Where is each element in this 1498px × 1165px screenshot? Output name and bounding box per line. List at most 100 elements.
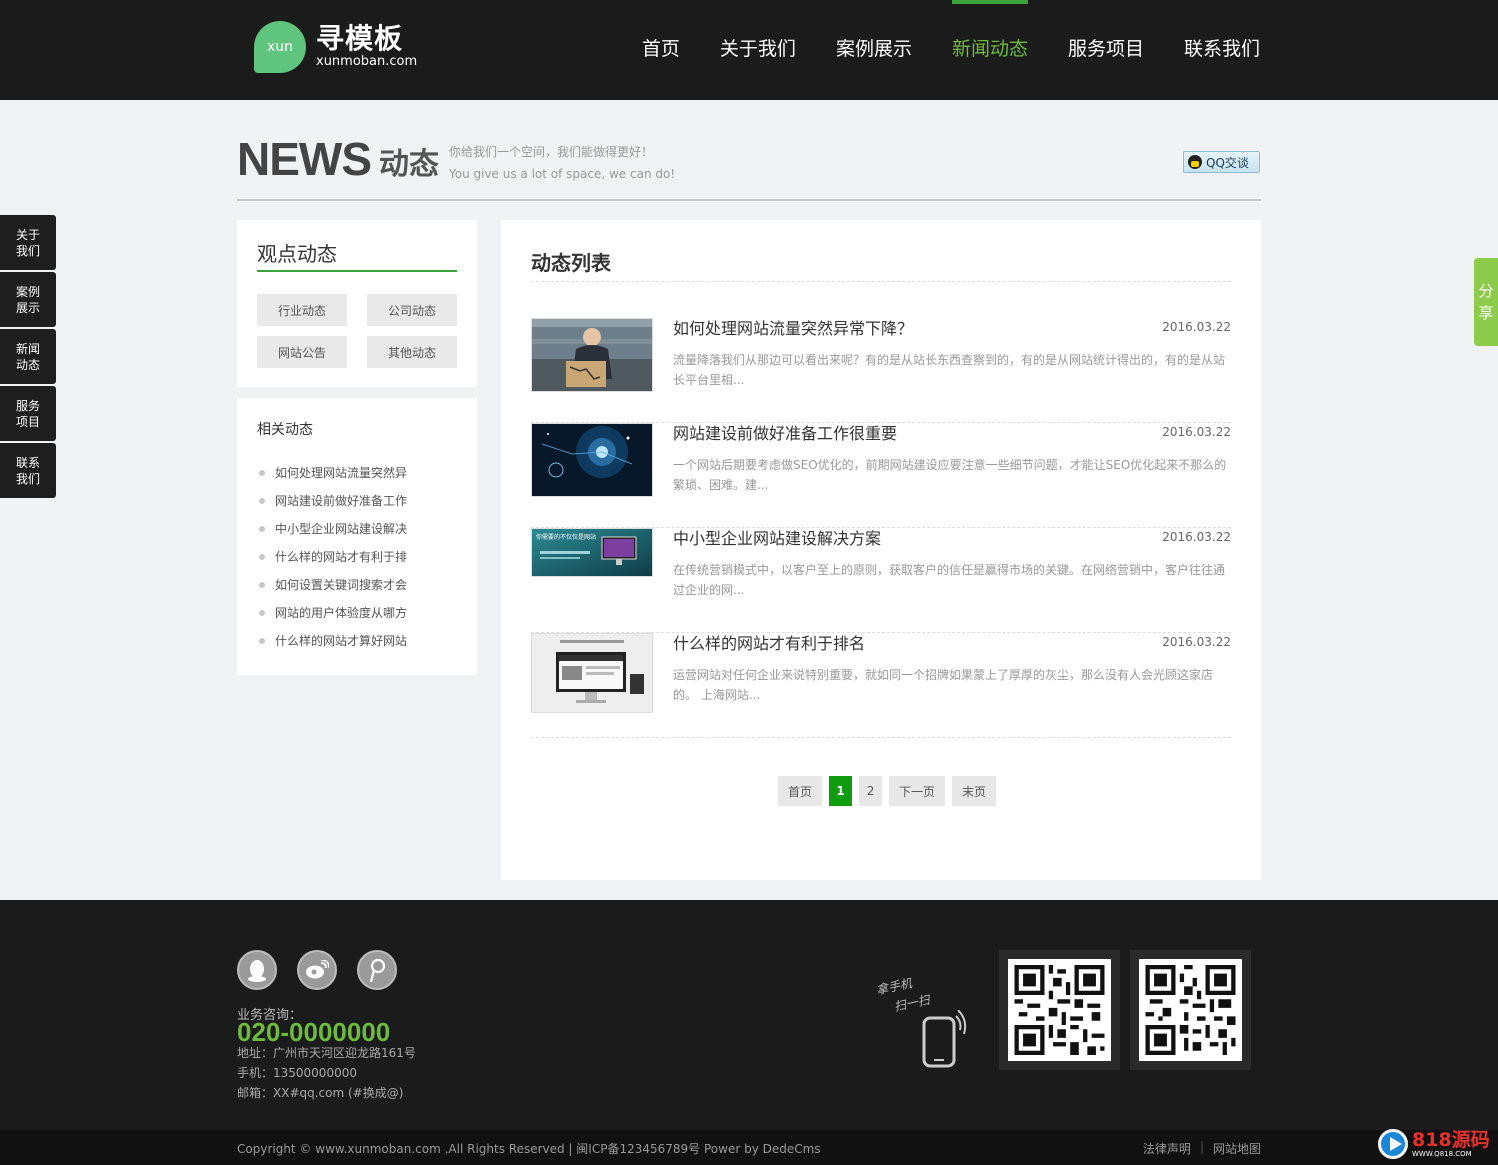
legal-notice-link[interactable]: 法律声明 bbox=[1143, 1140, 1191, 1157]
qq-penguin-icon bbox=[1188, 155, 1202, 169]
news-item: 什么样的网站才有利于排名 2016.03.22 运营网站对任何企业来说特别重要，… bbox=[531, 633, 1231, 738]
news-date: 2016.03.22 bbox=[1162, 320, 1231, 334]
tencent-weibo-social-button[interactable] bbox=[357, 950, 397, 990]
news-item: 网站建设前做好准备工作很重要 2016.03.22 一个网站后期要考虑做SEO优… bbox=[531, 423, 1231, 528]
pager-first-button[interactable]: 首页 bbox=[778, 776, 823, 806]
related-item-label: 网站建设前做好准备工作 bbox=[275, 494, 408, 508]
share-tab[interactable]: 分享 bbox=[1474, 258, 1498, 346]
related-item[interactable]: 如何设置关键词搜索才会 bbox=[259, 575, 407, 603]
related-item[interactable]: 如何处理网站流量突然异 bbox=[259, 463, 407, 491]
related-item-label: 网站的用户体验度从哪方 bbox=[275, 606, 408, 620]
category-company-button[interactable]: 公司动态 bbox=[367, 294, 457, 326]
news-thumbnail[interactable] bbox=[531, 423, 653, 497]
qq-chat-button[interactable]: QQ交谈 bbox=[1183, 151, 1260, 173]
pager-page-1-button[interactable]: 1 bbox=[829, 776, 853, 806]
related-item[interactable]: 中小型企业网站建设解决 bbox=[259, 519, 407, 547]
news-thumbnail[interactable] bbox=[531, 633, 653, 713]
qr-code-mobile-site bbox=[1130, 950, 1251, 1070]
logo-cn: 寻模板 bbox=[316, 22, 404, 55]
side-nav-services[interactable]: 服务项目 bbox=[0, 386, 56, 441]
category-title-underline bbox=[257, 270, 457, 272]
logo-text: 寻模板 xunmoban.com bbox=[316, 24, 417, 70]
nav-news[interactable]: 新闻动态 bbox=[951, 0, 1028, 100]
side-nav-contact[interactable]: 联系我们 bbox=[0, 443, 56, 498]
watermark-url: WWW.Q818.COM bbox=[1412, 1150, 1472, 1158]
mobile-phone-icon bbox=[922, 1010, 967, 1068]
side-nav-cases[interactable]: 案例展示 bbox=[0, 272, 56, 327]
copyright-text: Copyright © www.xunmoban.com .All Rights… bbox=[237, 1142, 821, 1156]
news-summary: 运营网站对任何企业来说特别重要，就如同一个招牌如果蒙上了厚厚的灰尘，那么没有人会… bbox=[673, 668, 1214, 702]
side-nav-about[interactable]: 关于我们 bbox=[0, 215, 56, 270]
category-industry-button[interactable]: 行业动态 bbox=[257, 294, 347, 326]
pagination: 首页 1 2 下一页 末页 bbox=[778, 776, 1003, 806]
watermark-main: 818源码 bbox=[1412, 1129, 1490, 1151]
category-box: 观点动态 行业动态 公司动态 网站公告 其他动态 bbox=[237, 220, 477, 387]
category-title: 观点动态 bbox=[257, 242, 337, 266]
slogan-cn: 你给我们一个空间，我们能做得更好！ bbox=[449, 145, 654, 159]
page-title-en: NEWS bbox=[237, 133, 372, 185]
qr-code-image bbox=[1139, 959, 1242, 1061]
bullet-dot-icon bbox=[259, 610, 265, 616]
related-item[interactable]: 什么样的网站才算好网站 bbox=[259, 631, 407, 659]
pager-next-button[interactable]: 下一页 bbox=[889, 776, 946, 806]
site-header: xun 寻模板 xunmoban.com 首页 关于我们 案例展示 新闻动态 服… bbox=[0, 0, 1498, 100]
qq-chat-label: QQ交谈 bbox=[1206, 155, 1249, 170]
logo-badge: xun bbox=[254, 21, 306, 73]
pager-page-2-button[interactable]: 2 bbox=[859, 776, 883, 806]
nav-home[interactable]: 首页 bbox=[642, 0, 680, 100]
tencent-weibo-icon bbox=[369, 958, 386, 982]
footer-links: 法律声明 | 网站地图 bbox=[1143, 1140, 1261, 1157]
news-summary: 在传统营销模式中，以客户至上的原则，获取客户的信任是赢得市场的关键。在网络营销中… bbox=[673, 563, 1226, 597]
side-quick-nav: 关于我们 案例展示 新闻动态 服务项目 联系我们 bbox=[0, 215, 56, 500]
site-footer: 业务咨询： 020-0000000 地址：广州市天河区迎龙路161号 手机：13… bbox=[0, 900, 1498, 1130]
related-item[interactable]: 网站建设前做好准备工作 bbox=[259, 491, 407, 519]
qr-code-icon bbox=[1145, 965, 1236, 1055]
news-title[interactable]: 中小型企业网站建设解决方案 bbox=[673, 528, 881, 550]
category-notice-button[interactable]: 网站公告 bbox=[257, 336, 347, 368]
news-thumbnail[interactable] bbox=[531, 318, 653, 392]
bullet-dot-icon bbox=[259, 470, 265, 476]
bullet-dot-icon bbox=[259, 638, 265, 644]
site-logo[interactable]: xun 寻模板 xunmoban.com bbox=[254, 21, 417, 73]
qq-penguin-icon bbox=[248, 960, 266, 982]
nav-contact[interactable]: 联系我们 bbox=[1184, 0, 1260, 100]
digital-globe-photo-icon bbox=[532, 424, 652, 496]
footer-link-divider: | bbox=[1199, 1140, 1204, 1154]
bullet-dot-icon bbox=[259, 526, 265, 532]
related-title: 相关动态 bbox=[257, 422, 313, 438]
sitemap-link[interactable]: 网站地图 bbox=[1213, 1140, 1261, 1157]
weibo-social-button[interactable] bbox=[297, 950, 337, 990]
weibo-icon bbox=[306, 960, 329, 979]
news-thumbnail[interactable]: 你需要的不仅仅是网站 bbox=[531, 528, 653, 577]
category-other-button[interactable]: 其他动态 bbox=[367, 336, 457, 368]
footer-email: 邮箱：XX#qq.com (#换成@) bbox=[237, 1086, 404, 1100]
news-date: 2016.03.22 bbox=[1162, 635, 1231, 649]
news-summary: 流量降落我们从那边可以看出来呢？有的是从站长东西查察到的，有的是从网站统计得出的… bbox=[673, 353, 1226, 387]
news-title[interactable]: 什么样的网站才有利于排名 bbox=[673, 633, 865, 655]
copyright-bar: Copyright © www.xunmoban.com .All Rights… bbox=[0, 1130, 1498, 1165]
news-list-divider bbox=[531, 281, 1231, 282]
news-list-title: 动态列表 bbox=[531, 251, 611, 275]
nav-about[interactable]: 关于我们 bbox=[720, 0, 796, 100]
pager-last-button[interactable]: 末页 bbox=[952, 776, 997, 806]
related-item[interactable]: 什么样的网站才有利于排 bbox=[259, 547, 407, 575]
related-item-label: 如何处理网站流量突然异 bbox=[275, 466, 408, 480]
qr-code-image bbox=[1008, 959, 1111, 1061]
news-date: 2016.03.22 bbox=[1162, 530, 1231, 544]
related-item-label: 如何设置关键词搜索才会 bbox=[275, 578, 408, 592]
side-nav-news[interactable]: 新闻动态 bbox=[0, 329, 56, 384]
nav-services[interactable]: 服务项目 bbox=[1068, 0, 1144, 100]
news-title[interactable]: 如何处理网站流量突然异常下降？ bbox=[673, 318, 913, 340]
news-item: 你需要的不仅仅是网站 中小型企业网站建设解决方案 2016.03.22 在传统营… bbox=[531, 528, 1231, 633]
nav-cases[interactable]: 案例展示 bbox=[836, 0, 912, 100]
qq-social-button[interactable] bbox=[237, 950, 277, 990]
news-title[interactable]: 网站建设前做好准备工作很重要 bbox=[673, 423, 897, 445]
related-item[interactable]: 网站的用户体验度从哪方 bbox=[259, 603, 407, 631]
watermark-818-logo: 818源码 WWW.Q818.COM bbox=[1378, 1126, 1496, 1162]
bullet-dot-icon bbox=[259, 554, 265, 560]
title-divider bbox=[237, 199, 1261, 201]
watermark-text: 818源码 WWW.Q818.COM bbox=[1412, 1130, 1490, 1158]
main-nav: 首页 关于我们 案例展示 新闻动态 服务项目 联系我们 bbox=[602, 0, 1260, 100]
businessman-photo-icon bbox=[532, 319, 652, 391]
footer-address: 地址：广州市天河区迎龙路161号 bbox=[237, 1046, 416, 1060]
